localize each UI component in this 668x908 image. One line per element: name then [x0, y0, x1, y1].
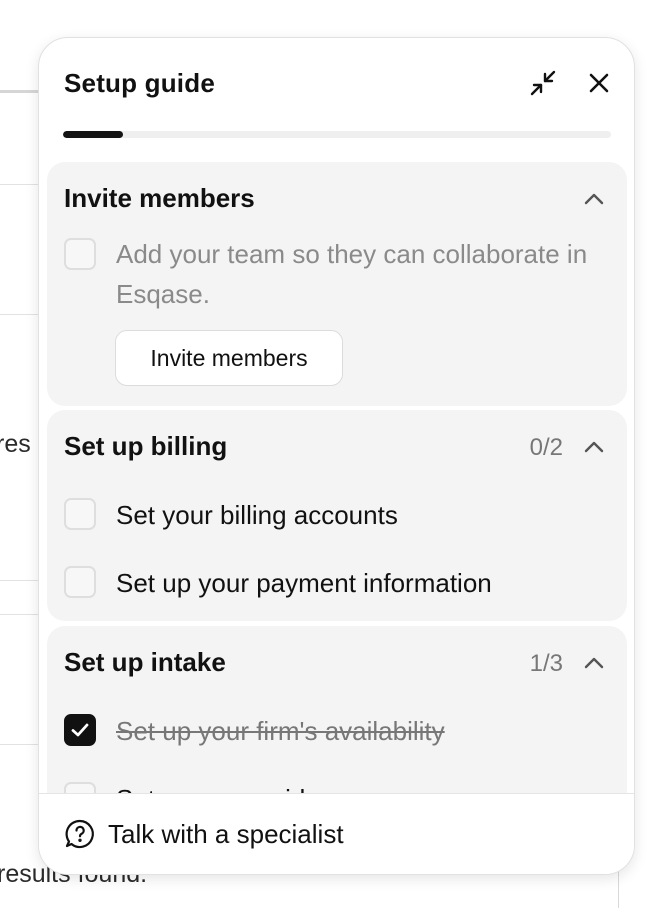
section-set-up-billing: Set up billing 0/2 Set your billing acco… [47, 410, 627, 621]
task-checkbox-checked[interactable] [64, 714, 96, 746]
help-circle-icon [65, 819, 94, 849]
task-checkbox[interactable] [64, 238, 96, 270]
minimize-button[interactable] [525, 65, 561, 101]
background-divider [0, 90, 40, 93]
collapse-section-button[interactable] [579, 648, 609, 678]
panel-footer: Talk with a specialist [39, 793, 634, 874]
background-divider [0, 184, 40, 185]
collapse-arrows-icon [530, 70, 556, 96]
task-checkbox[interactable] [64, 566, 96, 598]
background-divider [0, 614, 40, 615]
background-divider [0, 314, 40, 315]
chevron-up-icon [584, 657, 604, 669]
section-progress-count: 1/3 [529, 650, 563, 677]
close-icon [589, 73, 609, 93]
section-title: Set up billing [64, 431, 228, 461]
chevron-up-icon [584, 441, 604, 453]
task-label-completed[interactable]: Set up your firm's availability [116, 716, 445, 747]
setup-progress-fill [63, 131, 124, 138]
setup-guide-panel: Setup guide Invite members Add your team… [38, 37, 635, 875]
section-invite-members: Invite members Add your team so they can… [47, 162, 627, 406]
talk-with-specialist-link[interactable]: Talk with a specialist [64, 818, 344, 850]
task-label[interactable]: Set up your payment information [116, 568, 492, 599]
close-button[interactable] [581, 65, 617, 101]
section-title: Invite members [64, 183, 255, 213]
chevron-up-icon [584, 193, 604, 205]
footer-label: Talk with a specialist [108, 818, 344, 849]
task-checkbox[interactable] [64, 498, 96, 530]
background-divider [0, 580, 40, 581]
task-description: Add your team so they can collaborate in… [116, 239, 588, 309]
task-label[interactable]: Set your billing accounts [116, 500, 398, 531]
section-progress-count: 0/2 [529, 434, 563, 461]
checkmark-icon [71, 723, 89, 737]
background-text: res [0, 430, 31, 458]
section-title: Set up intake [64, 647, 226, 677]
collapse-section-button[interactable] [579, 432, 609, 462]
panel-title: Setup guide [64, 68, 215, 98]
collapse-section-button[interactable] [579, 184, 609, 214]
setup-progress-bar [63, 131, 611, 138]
background-divider [0, 744, 40, 745]
invite-members-button[interactable]: Invite members [115, 330, 343, 386]
